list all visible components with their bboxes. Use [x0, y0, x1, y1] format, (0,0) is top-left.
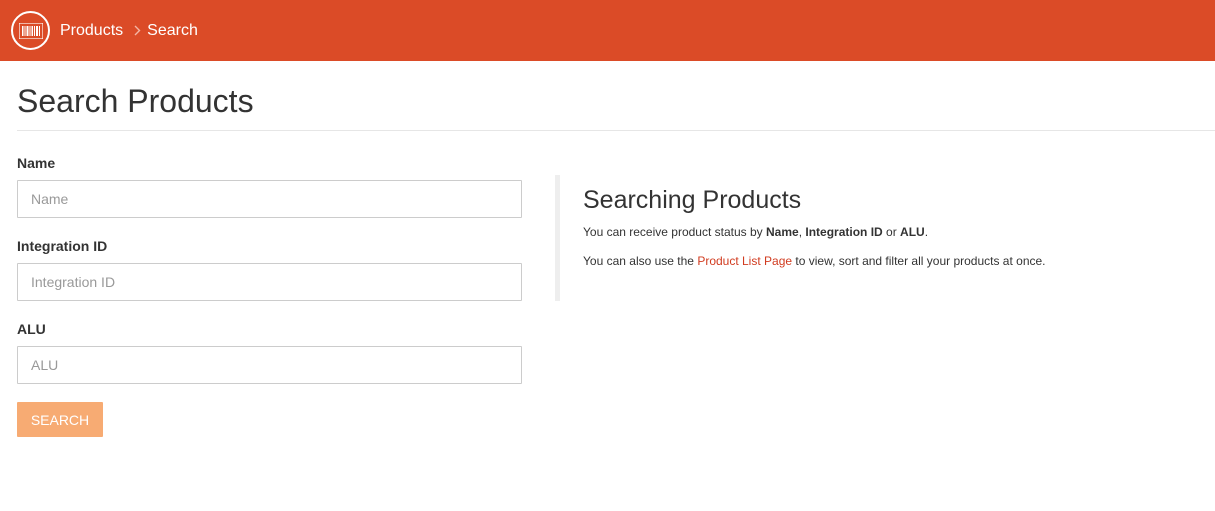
- help-term-name: Name: [766, 225, 799, 239]
- product-list-page-link[interactable]: Product List Page: [697, 254, 792, 268]
- help-paragraph-status: You can receive product status by Name, …: [583, 223, 1053, 241]
- integration-id-field-group: Integration ID: [17, 237, 522, 301]
- chevron-right-icon: [134, 25, 141, 36]
- help-term-alu: ALU: [900, 225, 925, 239]
- help-title: Searching Products: [583, 186, 802, 214]
- help-p2-suffix: to view, sort and filter all your produc…: [792, 254, 1046, 268]
- name-label: Name: [17, 155, 56, 171]
- help-p1-sep2: or: [882, 225, 901, 239]
- search-form: Name Integration ID ALU SEARCH: [17, 154, 522, 437]
- breadcrumb-products-link[interactable]: Products: [60, 22, 123, 40]
- page-title: Search Products: [17, 83, 254, 119]
- barcode-icon[interactable]: [11, 11, 50, 50]
- help-paragraph-list-page: You can also use the Product List Page t…: [583, 252, 1053, 270]
- breadcrumb-current: Search: [147, 21, 198, 39]
- barcode-icon-glyph: [18, 22, 43, 39]
- alu-field-group: ALU: [17, 320, 522, 384]
- help-term-integration-id: Integration ID: [805, 225, 883, 239]
- alu-label: ALU: [17, 321, 46, 337]
- help-p1-suffix: .: [924, 225, 929, 239]
- name-input[interactable]: [17, 180, 522, 218]
- alu-input[interactable]: [17, 346, 522, 384]
- integration-id-label: Integration ID: [17, 238, 108, 254]
- integration-id-input[interactable]: [17, 263, 522, 301]
- search-button[interactable]: SEARCH: [17, 402, 103, 437]
- top-navigation-bar: Products Search: [0, 0, 1215, 61]
- help-p1-prefix: You can receive product status by: [583, 225, 766, 239]
- help-p2-prefix: You can also use the: [583, 254, 698, 268]
- help-panel: Searching Products You can receive produ…: [555, 175, 1046, 301]
- title-divider: [17, 130, 1215, 131]
- name-field-group: Name: [17, 154, 522, 218]
